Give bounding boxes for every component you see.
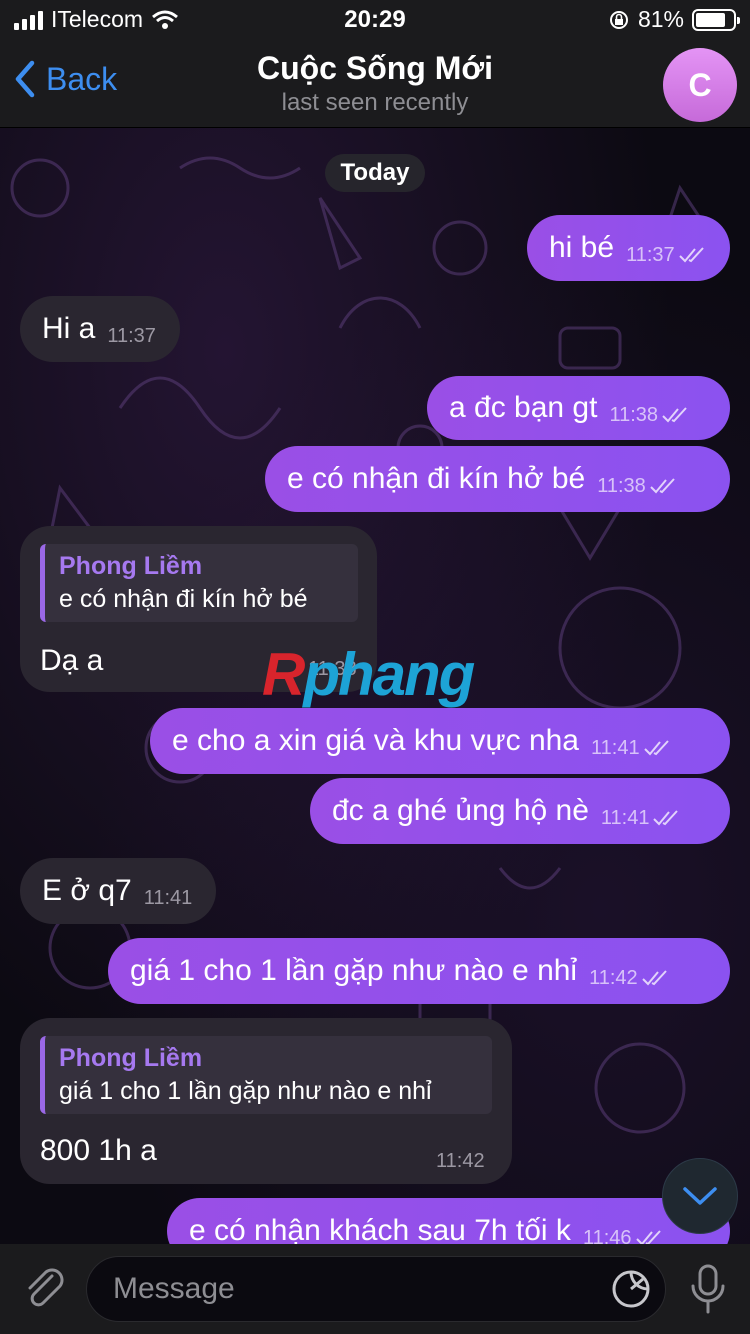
message-text: a đc bạn gt xyxy=(449,391,598,424)
message-time: 11:38 xyxy=(609,403,659,426)
chat-header: Back Cuộc Sống Mới last seen recently C xyxy=(0,40,750,128)
message-text: 800 1h a xyxy=(40,1134,157,1167)
double-check-icon xyxy=(653,810,679,826)
double-check-icon xyxy=(650,478,675,494)
double-check-icon xyxy=(662,407,687,423)
scroll-down-button[interactable] xyxy=(662,1158,738,1234)
avatar[interactable]: C xyxy=(663,48,737,122)
date-separator: Today xyxy=(325,154,425,192)
message-time: 11:37 xyxy=(626,243,675,266)
reply-author: Phong Liềm xyxy=(59,552,203,580)
message-bubble-outgoing[interactable]: giá 1 cho 1 lần gặp như nào e nhỉ 11:42 xyxy=(108,938,730,1004)
reply-quote[interactable]: Phong Liềm e có nhận đi kín hở bé xyxy=(40,544,358,622)
message-bubble-outgoing[interactable]: e có nhận đi kín hở bé 11:38 xyxy=(265,446,730,512)
message-bubble-incoming[interactable]: Hi a 11:37 xyxy=(20,296,180,362)
message-text: E ở q7 xyxy=(42,874,132,907)
message-text: Hi a xyxy=(42,312,96,345)
message-text: Dạ a xyxy=(40,644,104,677)
message-bubble-outgoing[interactable]: a đc bạn gt 11:38 xyxy=(427,376,730,440)
message-time: 11:38 xyxy=(597,474,646,497)
battery-icon xyxy=(692,8,740,31)
watermark-first: R xyxy=(262,641,305,708)
avatar-letter: C xyxy=(688,66,712,103)
battery-percent: 81% xyxy=(637,6,684,32)
message-text: giá 1 cho 1 lần gặp như nào e nhỉ xyxy=(130,954,578,987)
reply-quote[interactable]: Phong Liềm giá 1 cho 1 lần gặp như nào e… xyxy=(40,1036,492,1114)
message-bubble-outgoing[interactable]: e cho a xin giá và khu vực nha 11:41 xyxy=(150,708,730,774)
message-bubble-incoming-reply[interactable]: Phong Liềm giá 1 cho 1 lần gặp như nào e… xyxy=(20,1018,512,1184)
message-time: 11:41 xyxy=(600,806,650,829)
message-text: e có nhận đi kín hở bé xyxy=(287,462,586,495)
chat-title: Cuộc Sống Mới xyxy=(256,50,494,86)
message-time: 11:42 xyxy=(436,1150,485,1172)
message-bubble-incoming[interactable]: E ở q7 11:41 xyxy=(20,858,216,924)
message-input[interactable] xyxy=(86,1256,666,1322)
message-bubble-outgoing[interactable]: hi bé 11:37 xyxy=(527,215,730,281)
chevron-down-icon xyxy=(683,1187,717,1205)
message-bubble-outgoing[interactable]: đc a ghé ủng hộ nè 11:41 xyxy=(310,778,730,844)
message-time: 11:42 xyxy=(589,966,638,989)
message-time: 11:41 xyxy=(591,736,640,759)
reply-author: Phong Liềm xyxy=(59,1044,203,1072)
microphone-icon[interactable] xyxy=(688,1262,728,1316)
watermark-rest: phang xyxy=(303,641,475,708)
message-text: hi bé xyxy=(549,231,615,264)
message-text: đc a ghé ủng hộ nè xyxy=(332,794,589,827)
message-text: e có nhận khách sau 7h tối k xyxy=(189,1214,571,1247)
message-text: e cho a xin giá và khu vực nha xyxy=(172,724,579,757)
paperclip-icon[interactable] xyxy=(22,1266,66,1312)
message-input-bar xyxy=(0,1244,750,1334)
reply-text: giá 1 cho 1 lần gặp như nào e nhỉ xyxy=(59,1077,432,1105)
double-check-icon xyxy=(678,247,704,263)
watermark-logo: Rphang xyxy=(262,640,475,709)
double-check-icon xyxy=(643,740,669,756)
message-time: 11:37 xyxy=(107,324,156,347)
chat-title-block[interactable]: Cuộc Sống Mới last seen recently xyxy=(0,50,750,117)
message-time: 11:41 xyxy=(143,886,193,909)
reply-text: e có nhận đi kín hở bé xyxy=(59,585,308,613)
status-bar: ITelecom 20:29 81% xyxy=(0,0,750,40)
orientation-lock-icon xyxy=(609,10,628,29)
chat-status: last seen recently xyxy=(281,89,469,116)
double-check-icon xyxy=(641,970,667,986)
sticker-icon[interactable] xyxy=(610,1268,652,1310)
